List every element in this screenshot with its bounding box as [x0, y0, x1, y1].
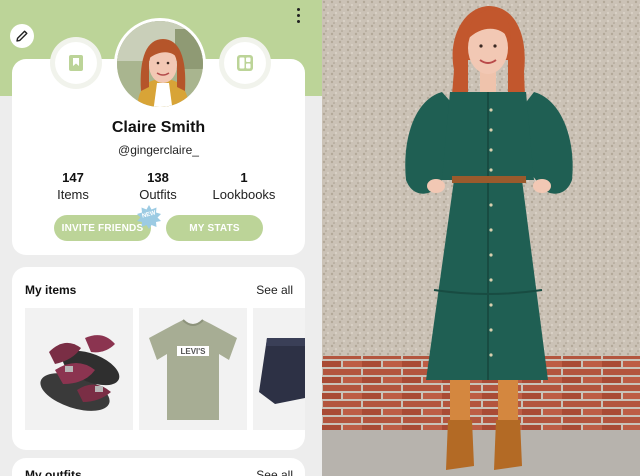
outfit-photo [322, 0, 640, 476]
sandals-icon [40, 335, 120, 411]
tshirt-print-text: LEVI'S [180, 347, 206, 356]
my-items-title: My items [25, 283, 77, 297]
item-tile[interactable]: LEVI'S [139, 308, 247, 430]
edit-profile-button[interactable] [10, 24, 34, 48]
stat-lookbooks-value: 1 [240, 170, 248, 185]
stat-lookbooks[interactable]: 1 Lookbooks [199, 170, 289, 202]
more-options-button[interactable] [290, 6, 306, 24]
grid-icon [237, 55, 253, 71]
stat-outfits-label: Outfits [139, 187, 177, 202]
shorts-icon [259, 338, 305, 404]
stat-lookbooks-label: Lookbooks [212, 187, 276, 202]
more-vertical-icon [296, 7, 300, 11]
my-outfits-see-all-link[interactable]: See all [256, 468, 293, 476]
my-outfits-section: My outfits See all [12, 458, 305, 476]
stat-outfits[interactable]: 138 Outfits [113, 170, 203, 202]
profile-name: Claire Smith [111, 119, 206, 136]
saved-button[interactable] [55, 42, 97, 84]
my-stats-button[interactable]: MY STATS [166, 215, 263, 241]
app-screen: Claire Smith @gingerclaire_ 147 Items 13… [0, 0, 322, 476]
my-outfits-title: My outfits [25, 468, 82, 476]
my-items-section: My items See all LEVI'S [12, 267, 305, 450]
new-badge: NEW [136, 204, 162, 230]
item-tile[interactable] [253, 308, 305, 430]
pencil-icon [16, 30, 28, 42]
stat-items[interactable]: 147 Items [28, 170, 118, 202]
bookmark-icon [69, 55, 83, 71]
item-tile[interactable] [25, 308, 133, 430]
my-items-see-all-link[interactable]: See all [256, 283, 293, 297]
avatar[interactable] [114, 18, 206, 110]
tshirt-icon: LEVI'S [149, 319, 237, 420]
stat-items-value: 147 [62, 170, 84, 185]
stat-items-label: Items [57, 187, 89, 202]
profile-handle: @gingerclaire_ [118, 143, 199, 157]
stat-outfits-value: 138 [147, 170, 169, 185]
lookbooks-button[interactable] [224, 42, 266, 84]
